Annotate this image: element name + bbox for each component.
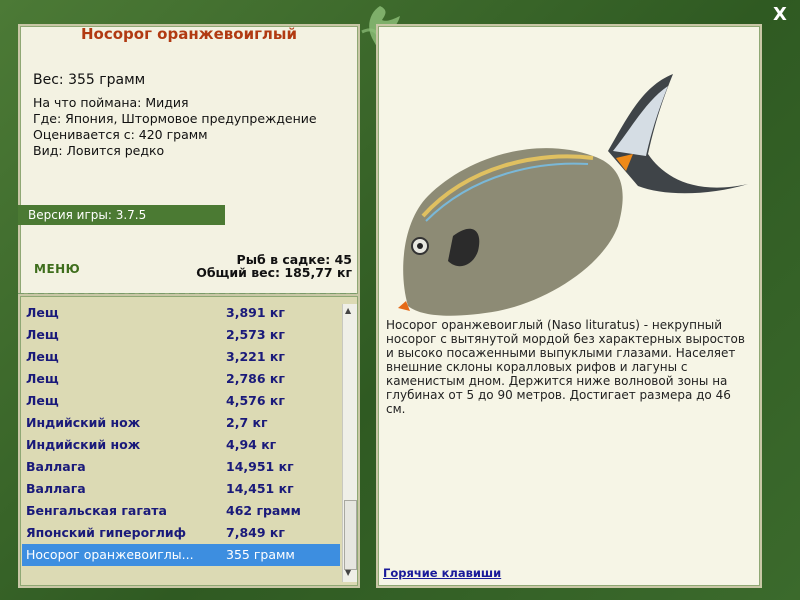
game-version: Версия игры: 3.7.5: [18, 205, 225, 225]
list-item-weight: 462 грамм: [226, 503, 301, 518]
list-item[interactable]: Бенгальская гагата 462 грамм: [22, 500, 340, 522]
list-item-weight: 355 грамм: [226, 547, 295, 562]
list-item[interactable]: Лещ 3,221 кг: [22, 346, 340, 368]
list-item[interactable]: Лещ 2,786 кг: [22, 368, 340, 390]
list-item-name: Лещ: [26, 371, 59, 386]
list-item-weight: 14,451 кг: [226, 481, 294, 496]
list-item-name: Валлага: [26, 481, 86, 496]
list-item[interactable]: Индийский нож 4,94 кг: [22, 434, 340, 456]
fish-description: Носорог оранжевоиглый (Naso lituratus) -…: [386, 318, 745, 416]
list-item-weight: 2,7 кг: [226, 415, 268, 430]
list-item[interactable]: Валлага 14,951 кг: [22, 456, 340, 478]
scroll-thumb[interactable]: [344, 500, 357, 570]
list-item[interactable]: Лещ 3,891 кг: [22, 302, 340, 324]
list-item-weight: 2,573 кг: [226, 327, 285, 342]
list-item-name: Бенгальская гагата: [26, 503, 167, 518]
menu-button[interactable]: МЕНЮ: [34, 262, 80, 276]
list-item-name: Индийский нож: [26, 437, 141, 452]
fish-detail-panel: Носорог оранжевоиглый (Naso lituratus) -…: [376, 24, 762, 588]
list-item-weight: 3,891 кг: [226, 305, 285, 320]
list-scrollbar[interactable]: ▲ ▼: [342, 304, 357, 582]
hotkeys-link[interactable]: Горячие клавиши: [383, 566, 501, 580]
catch-list: Лещ 3,891 кг Лещ 2,573 кг Лещ 3,221 кг Лещ 2,78…: [18, 294, 360, 588]
total-weight: Общий вес: 185,77 кг: [196, 265, 352, 280]
close-button[interactable]: X: [773, 4, 787, 25]
list-item-name: Индийский нож: [26, 415, 141, 430]
list-item-name: Носорог оранжевоиглы...: [26, 547, 194, 562]
list-item-name: Лещ: [26, 349, 59, 364]
fish-valued: Оценивается с: 420 грамм: [33, 127, 208, 142]
fish-location: Где: Япония, Штормовое предупреждение: [33, 111, 317, 126]
list-item[interactable]: Лещ 4,576 кг: [22, 390, 340, 412]
fish-weight: Вес: 355 грамм: [33, 72, 146, 88]
scroll-up-icon[interactable]: ▲: [345, 306, 351, 315]
list-item-name: Лещ: [26, 305, 59, 320]
fish-bait: На что поймана: Мидия: [33, 95, 189, 110]
scroll-down-icon[interactable]: ▼: [345, 568, 351, 577]
list-item-name: Лещ: [26, 393, 59, 408]
list-item[interactable]: Японский гипероглиф 7,849 кг: [22, 522, 340, 544]
fish-kind: Вид: Ловится редко: [33, 143, 165, 158]
list-item[interactable]: Носорог оранжевоиглы... 355 грамм: [22, 544, 340, 566]
list-item[interactable]: Валлага 14,451 кг: [22, 478, 340, 500]
list-item-weight: 4,94 кг: [226, 437, 277, 452]
list-item[interactable]: Лещ 2,573 кг: [22, 324, 340, 346]
list-item-weight: 4,576 кг: [226, 393, 285, 408]
list-item-weight: 3,221 кг: [226, 349, 285, 364]
list-item-weight: 14,951 кг: [226, 459, 294, 474]
fish-name-title: Носорог оранжевоиглый: [81, 25, 297, 43]
fish-image: [398, 74, 748, 316]
list-item-weight: 7,849 кг: [226, 525, 285, 540]
list-item[interactable]: Индийский нож 2,7 кг: [22, 412, 340, 434]
list-item-name: Японский гипероглиф: [26, 525, 187, 540]
list-item-name: Лещ: [26, 327, 59, 342]
list-item-name: Валлага: [26, 459, 86, 474]
list-item-weight: 2,786 кг: [226, 371, 285, 386]
